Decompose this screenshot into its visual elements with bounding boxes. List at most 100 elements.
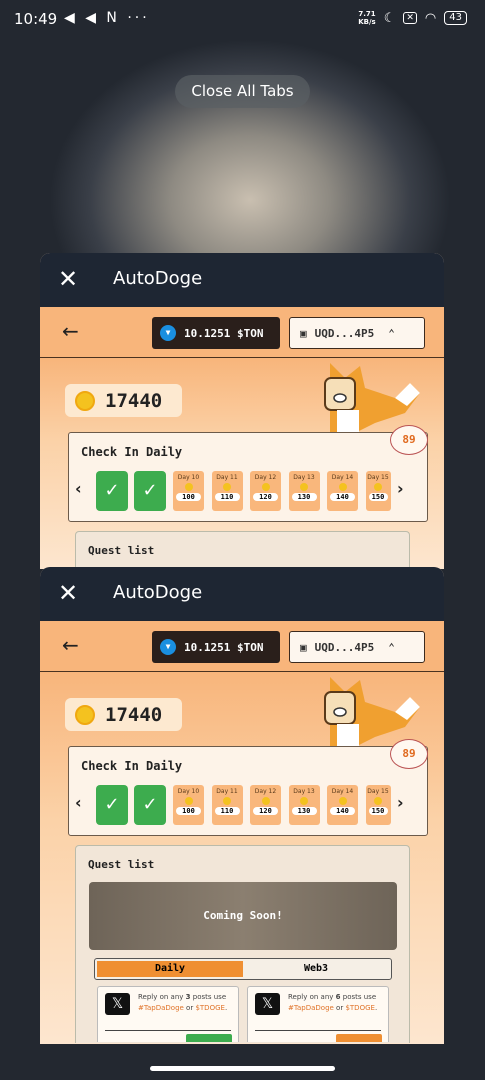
day-reward-tile[interactable]: Day 13 130 — [288, 471, 320, 511]
day-reward-tile[interactable]: Day 13 130 — [288, 785, 320, 825]
sim-off-icon: ✕ — [403, 12, 417, 24]
day-reward-tile[interactable]: Day 14 140 — [327, 471, 358, 511]
close-all-tabs-button[interactable]: Close All Tabs — [175, 75, 310, 108]
coin-icon — [184, 483, 193, 491]
back-arrow-icon[interactable]: ← — [62, 633, 79, 657]
quest-list-title: Quest list — [88, 544, 155, 557]
coin-icon — [261, 797, 270, 805]
quest-text: Reply on any 3 posts use #TapDaDoge or $… — [138, 993, 228, 1012]
checked-day: ✓ — [96, 785, 128, 825]
day-reward-tile[interactable]: Day 10 100 — [173, 785, 204, 825]
day-reward: 100 — [176, 493, 201, 501]
wifi-icon: ◠ — [424, 10, 437, 26]
coin-icon — [300, 483, 308, 491]
day-label: Day 12 — [254, 788, 277, 795]
day-reward-tile[interactable]: Day 15 150 — [365, 471, 391, 511]
coin-icon — [261, 483, 270, 491]
checked-day: ✓ — [96, 471, 128, 511]
day-label: Day 15 — [367, 474, 389, 481]
app-nav-bar: ← ▼ 10.1251 $TON ▣ UQD...4P5 ⌃ — [40, 621, 444, 672]
coin-icon — [338, 483, 347, 491]
x-logo-icon: 𝕏 — [105, 993, 130, 1015]
day-reward: 100 — [176, 807, 201, 815]
day-reward: 140 — [330, 493, 355, 501]
day-reward: 150 — [368, 807, 388, 815]
chevron-right-icon[interactable]: › — [397, 479, 404, 498]
day-reward: 110 — [214, 807, 240, 815]
day-reward-tile[interactable]: Day 15 150 — [365, 785, 391, 825]
close-tab-icon[interactable]: ✕ — [58, 265, 78, 293]
chevron-up-icon: ⌃ — [388, 640, 395, 654]
coin-icon — [223, 797, 231, 805]
tab-header: ✕ AutoDoge — [40, 567, 444, 621]
day-label: Day 14 — [331, 474, 354, 481]
quest-text: Reply on any 6 posts use #TapDaDoge or $… — [288, 993, 378, 1012]
tab-web3[interactable]: Web3 — [243, 961, 389, 977]
recent-tab-card[interactable]: ✕ AutoDoge ← ▼ 10.1251 $TON ▣ UQD...4P5 ⌃ 1… — [40, 567, 444, 1044]
network-speed: 7.71 KB/s — [358, 10, 376, 26]
day-label: Day 10 — [177, 474, 200, 481]
chevron-up-icon: ⌃ — [388, 326, 395, 340]
ton-icon: ▼ — [160, 639, 176, 655]
day-label: Day 14 — [331, 788, 354, 795]
notification-icons: ◀ ◀ N ··· — [64, 10, 150, 26]
quest-list-title: Quest list — [88, 858, 155, 871]
day-label: Day 12 — [254, 474, 277, 481]
check-in-daily-panel: Check In Daily ‹ ✓ ✓ › Day 10 100 Day 11 11… — [68, 432, 428, 522]
x-logo-icon: 𝕏 — [255, 993, 280, 1015]
day-reward-tile[interactable]: Day 11 110 — [211, 785, 243, 825]
quest-action-button[interactable] — [186, 1034, 232, 1042]
coin-balance: 17440 — [65, 384, 182, 417]
quest-tabs: Daily Web3 — [94, 958, 392, 980]
day-reward: 120 — [253, 493, 278, 501]
tab-daily[interactable]: Daily — [97, 961, 243, 977]
day-reward-tile[interactable]: Day 12 120 — [250, 785, 281, 825]
day-reward: 120 — [253, 807, 278, 815]
check-in-title: Check In Daily — [81, 445, 183, 459]
quest-list-panel: Quest list Coming Soon! Daily Web3 𝕏Repl… — [75, 531, 410, 569]
check-in-daily-panel: Check In Daily ‹ ✓ ✓ › Day 10 100 Day 11 11… — [68, 746, 428, 836]
wallet-icon: ▣ — [300, 326, 307, 340]
back-arrow-icon[interactable]: ← — [62, 319, 79, 343]
gesture-nav-handle[interactable] — [150, 1066, 335, 1071]
chevron-left-icon[interactable]: ‹ — [75, 479, 82, 498]
checked-day: ✓ — [134, 471, 166, 511]
clock: 10:49 — [14, 10, 58, 28]
recent-tab-card[interactable]: ✕ AutoDoge ← ▼ 10.1251 $TON ▣ UQD...4P5 ⌃ 1… — [40, 253, 444, 569]
day-reward: 130 — [291, 807, 317, 815]
tab-header: ✕ AutoDoge — [40, 253, 444, 307]
day-label: Day 11 — [216, 474, 238, 481]
coin-icon — [75, 704, 95, 725]
streak-badge: 89 — [390, 425, 428, 455]
day-label: Day 11 — [216, 788, 238, 795]
chevron-left-icon[interactable]: ‹ — [75, 793, 82, 812]
day-reward: 130 — [291, 493, 317, 501]
ton-icon: ▼ — [160, 325, 176, 341]
quest-action-button[interactable] — [336, 1034, 382, 1042]
check-in-title: Check In Daily — [81, 759, 183, 773]
day-reward-tile[interactable]: Day 14 140 — [327, 785, 358, 825]
coin-icon — [184, 797, 193, 805]
battery-icon: 43 — [444, 11, 467, 25]
wallet-button[interactable]: ▣ UQD...4P5 ⌃ — [289, 631, 425, 663]
day-reward-tile[interactable]: Day 12 120 — [250, 471, 281, 511]
coin-icon — [300, 797, 308, 805]
day-reward-tile[interactable]: Day 11 110 — [211, 471, 243, 511]
quest-card: 𝕏 Reply on any 3 posts use #TapDaDoge or … — [97, 986, 239, 1042]
day-reward-tile[interactable]: Day 10 100 — [173, 471, 204, 511]
close-tab-icon[interactable]: ✕ — [58, 579, 78, 607]
moon-icon: ☾ — [383, 10, 396, 26]
coin-icon — [338, 797, 347, 805]
coming-soon-banner: Coming Soon! — [89, 882, 397, 950]
ton-balance: ▼ 10.1251 $TON — [152, 631, 280, 663]
day-label: Day 15 — [367, 788, 389, 795]
quest-card: 𝕏 Reply on any 6 posts use #TapDaDoge or … — [247, 986, 389, 1042]
chevron-right-icon[interactable]: › — [397, 793, 404, 812]
day-label: Day 13 — [293, 474, 315, 481]
streak-badge: 89 — [390, 739, 428, 769]
app-title: AutoDoge — [113, 582, 203, 603]
status-bar: 10:49 ◀ ◀ N ··· 7.71 KB/s ☾ ✕ ◠ 43 — [0, 0, 485, 40]
quest-list-panel: Quest list Coming Soon! Daily Web3 𝕏 Repl… — [75, 845, 410, 1043]
checked-day: ✓ — [134, 785, 166, 825]
wallet-button[interactable]: ▣ UQD...4P5 ⌃ — [289, 317, 425, 349]
